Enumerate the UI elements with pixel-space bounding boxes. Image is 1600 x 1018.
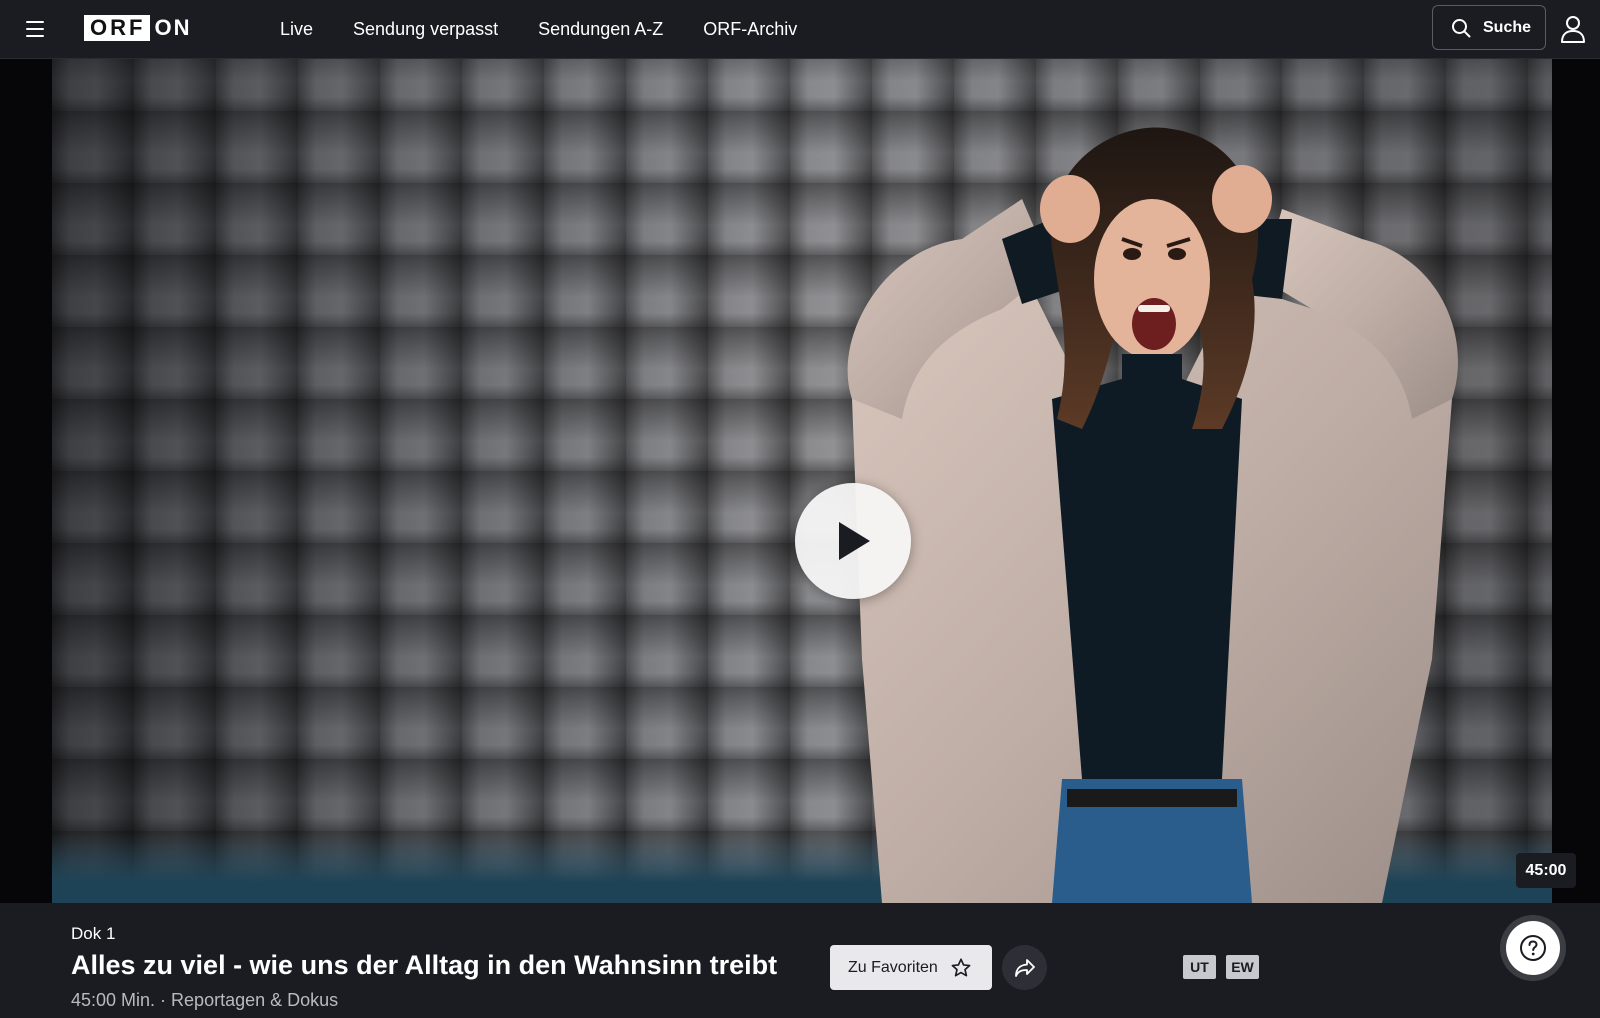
favorites-label: Zu Favoriten [848,958,938,976]
share-icon [1014,958,1035,977]
easy-language-badge: EW [1226,955,1259,979]
video-thumbnail[interactable] [52,59,1552,903]
search-icon [1452,18,1471,37]
play-icon [839,522,870,560]
episode-title: Alles zu viel - wie uns der Alltag in de… [71,950,778,980]
search-button[interactable]: Suche [1432,5,1546,50]
top-navigation-bar: ORF ON Live Sendung verpasst Sendungen A… [0,0,1600,59]
nav-item-sendungen-a-z[interactable]: Sendungen A-Z [538,19,663,40]
search-button-label: Suche [1483,18,1532,36]
orf-on-logo[interactable]: ORF ON [84,15,191,41]
help-button[interactable] [1506,921,1560,975]
add-to-favorites-button[interactable]: Zu Favoriten [830,945,992,990]
episode-meta: 45:00 Min. · Reportagen & Dokus [71,990,339,1010]
nav-item-sendung-verpasst[interactable]: Sendung verpasst [353,19,498,40]
star-icon [951,957,971,977]
hamburger-menu-icon[interactable] [20,16,50,42]
screaming-woman-figure [847,127,1458,903]
nav-item-live[interactable]: Live [280,19,313,40]
user-icon[interactable] [1560,15,1586,43]
logo-suffix: ON [154,15,192,40]
logo-box-text: ORF [84,15,151,41]
video-hero [0,59,1600,903]
main-nav: Live Sendung verpasst Sendungen A-Z ORF-… [280,0,797,58]
share-button[interactable] [1002,945,1047,990]
subtitles-badge: UT [1183,955,1216,979]
nav-item-orf-archiv[interactable]: ORF-Archiv [703,19,797,40]
duration-badge: 45:00 [1516,853,1576,888]
play-button[interactable] [795,483,911,599]
channel-label: Dok 1 [71,924,116,943]
help-icon [1520,935,1546,961]
